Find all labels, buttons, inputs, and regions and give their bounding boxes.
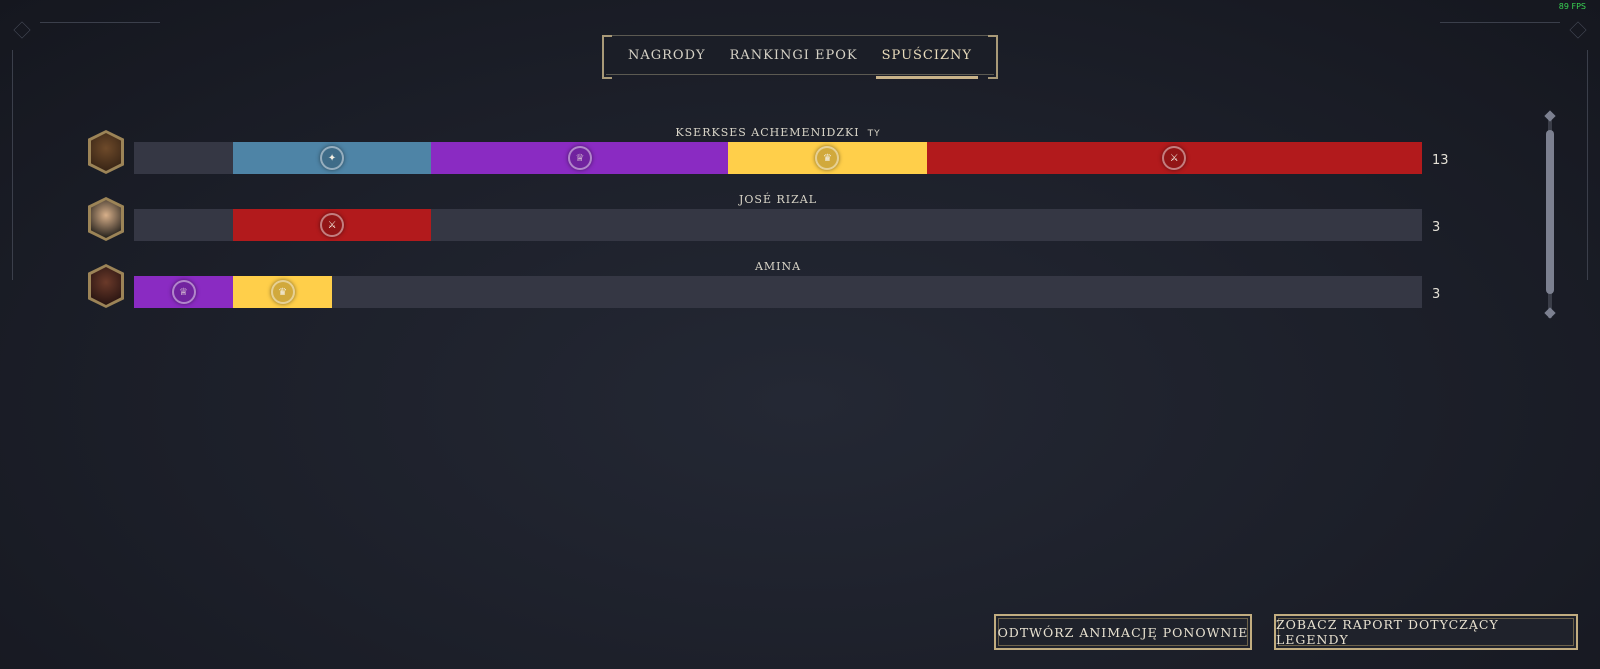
leader-name-text: KSERKSES ACHEMENIDZKI bbox=[675, 126, 860, 139]
frame-top-line bbox=[40, 22, 160, 23]
legacy-segment-military[interactable]: ⚔ bbox=[233, 209, 432, 241]
leader-name: KSERKSES ACHEMENIDZKI TY bbox=[134, 126, 1422, 139]
economic-legacy-icon: ♛ bbox=[815, 146, 840, 170]
leader-portrait-icon bbox=[88, 197, 124, 241]
legacy-bar: ⚔ bbox=[134, 209, 1422, 241]
tab-rankingi-epok[interactable]: RANKINGI EPOK bbox=[730, 40, 858, 71]
leader-name: AMINA bbox=[134, 260, 1422, 273]
fps-counter: 89 FPS bbox=[1558, 2, 1586, 11]
legacy-row: KSERKSES ACHEMENIDZKI TY ✦ ♕ ♛ ⚔ 13 bbox=[0, 126, 1600, 192]
legacy-segment-empty bbox=[134, 209, 234, 241]
culture-legacy-icon: ♕ bbox=[171, 280, 196, 304]
legacy-segment-empty bbox=[134, 142, 234, 174]
frame-top-line bbox=[1440, 22, 1560, 23]
leader-portrait-icon bbox=[88, 264, 124, 308]
leader-portrait-inner bbox=[91, 200, 121, 238]
frame-corner-ornament bbox=[1569, 21, 1587, 39]
science-legacy-icon: ✦ bbox=[320, 146, 345, 170]
legacy-score: 3 bbox=[1432, 220, 1441, 235]
tab-bar: NAGRODY RANKINGI EPOK SPUŚCIZNY bbox=[602, 35, 998, 79]
legacy-score: 3 bbox=[1432, 287, 1441, 302]
legacy-row: AMINA ♕ ♛ 3 bbox=[0, 260, 1600, 326]
legacy-segment-culture[interactable]: ♕ bbox=[134, 276, 234, 308]
legacy-segment-economic[interactable]: ♛ bbox=[233, 276, 333, 308]
replay-animation-button[interactable]: ODTWÓRZ ANIMACJĘ PONOWNIE bbox=[994, 614, 1252, 650]
culture-legacy-icon: ♕ bbox=[567, 146, 592, 170]
leader-portrait-inner bbox=[91, 133, 121, 171]
leader-name-text: JOSÉ RIZAL bbox=[738, 193, 817, 206]
legacy-segment-economic[interactable]: ♛ bbox=[728, 142, 927, 174]
legacy-segment-culture[interactable]: ♕ bbox=[431, 142, 729, 174]
frame-corner-ornament bbox=[13, 21, 31, 39]
legacy-segment-science[interactable]: ✦ bbox=[233, 142, 432, 174]
tab-nagrody[interactable]: NAGRODY bbox=[628, 40, 706, 71]
economic-legacy-icon: ♛ bbox=[270, 280, 295, 304]
leader-portrait-inner bbox=[91, 267, 121, 305]
scrollbar-thumb[interactable] bbox=[1546, 130, 1554, 294]
legacy-bar: ✦ ♕ ♛ ⚔ bbox=[134, 142, 1422, 174]
legend-report-button[interactable]: ZOBACZ RAPORT DOTYCZĄCY LEGENDY bbox=[1274, 614, 1578, 650]
military-legacy-icon: ⚔ bbox=[1162, 146, 1187, 170]
legacy-row: JOSÉ RIZAL ⚔ 3 bbox=[0, 193, 1600, 259]
you-tag: TY bbox=[867, 129, 881, 139]
legacy-bar: ♕ ♛ bbox=[134, 276, 1422, 308]
leader-portrait-icon bbox=[88, 130, 124, 174]
scrollbar-cap-top bbox=[1544, 110, 1556, 122]
leader-name: JOSÉ RIZAL bbox=[134, 193, 1422, 206]
military-legacy-icon: ⚔ bbox=[320, 213, 345, 237]
leader-name-text: AMINA bbox=[754, 260, 802, 273]
tab-spuscizny[interactable]: SPUŚCIZNY bbox=[875, 40, 979, 79]
legacy-score: 13 bbox=[1432, 153, 1449, 168]
legacy-segment-military[interactable]: ⚔ bbox=[926, 142, 1422, 174]
